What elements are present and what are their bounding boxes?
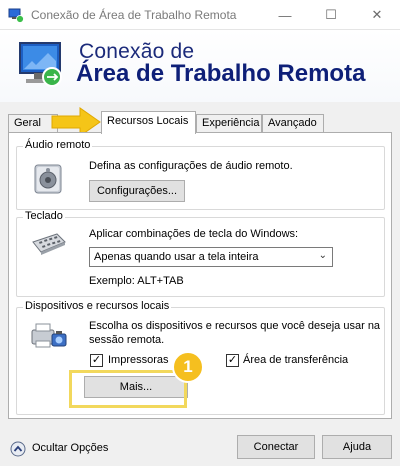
audio-settings-button[interactable]: Configurações... — [89, 180, 185, 202]
keyboard-select-value: Apenas quando usar a tela inteira — [94, 251, 259, 263]
title-bar: Conexão de Área de Trabalho Remota — ☐ ✕ — [0, 0, 400, 30]
devices-icon — [31, 323, 67, 348]
help-button[interactable]: Ajuda — [322, 435, 392, 459]
step-badge: 1 — [172, 351, 204, 383]
clipboard-label: Área de transferência — [243, 354, 349, 366]
chevron-down-icon: ⌄ — [318, 250, 327, 261]
collapse-options-icon[interactable] — [10, 441, 26, 457]
keyboard-example: Exemplo: ALT+TAB — [89, 275, 184, 287]
keyboard-icon — [32, 233, 66, 255]
speaker-icon — [34, 164, 62, 194]
keyboard-group: Teclado Aplicar combinações de tecla do … — [16, 210, 385, 297]
printers-label: Impressoras — [108, 354, 169, 366]
keyboard-combination-select[interactable]: Apenas quando usar a tela inteira ⌄ — [89, 247, 333, 267]
hide-options-link[interactable]: Ocultar Opções — [32, 442, 108, 454]
highlight-box — [69, 370, 187, 408]
maximize-button[interactable]: ☐ — [308, 0, 354, 30]
devices-description-line1: Escolha os dispositivos e recursos que v… — [89, 320, 381, 332]
tab-experiencia[interactable]: Experiência — [196, 114, 262, 133]
audio-group: Áudio remoto Defina as configurações de … — [16, 139, 385, 210]
minimize-button[interactable]: — — [262, 0, 308, 30]
app-icon — [8, 8, 24, 23]
printers-checkbox[interactable]: ✓ — [90, 354, 103, 367]
keyboard-description: Aplicar combinações de tecla do Windows: — [89, 228, 299, 240]
remote-desktop-icon — [19, 42, 62, 87]
devices-group-label: Dispositivos e recursos locais — [23, 300, 172, 312]
clipboard-checkbox[interactable]: ✓ — [226, 354, 239, 367]
connect-button[interactable]: Conectar — [237, 435, 315, 459]
audio-group-label: Áudio remoto — [23, 139, 93, 151]
close-button[interactable]: ✕ — [354, 0, 400, 30]
tab-recursos-locais[interactable]: Recursos Locais — [101, 111, 196, 134]
window-title: Conexão de Área de Trabalho Remota — [31, 8, 237, 22]
tab-avancado[interactable]: Avançado — [262, 114, 324, 133]
keyboard-group-label: Teclado — [23, 210, 65, 222]
devices-description-line2: sessão remota. — [89, 334, 165, 346]
audio-description: Defina as configurações de áudio remoto. — [89, 160, 293, 172]
header-title-line2: Área de Trabalho Remota — [76, 60, 366, 87]
header-banner: Conexão de Área de Trabalho Remota — [0, 30, 400, 102]
